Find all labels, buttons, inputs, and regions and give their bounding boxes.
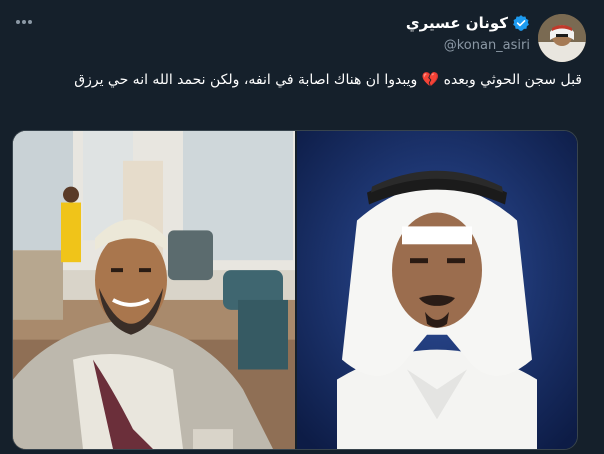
user-handle[interactable]: @konan_asiri xyxy=(444,38,530,53)
more-horizontal-icon xyxy=(16,20,32,24)
photo-before[interactable] xyxy=(13,131,295,449)
author-name-row[interactable]: كونان عسيري xyxy=(406,14,530,32)
display-name[interactable]: كونان عسيري xyxy=(406,14,508,32)
tweet-card[interactable]: كونان عسيري @konan_asiri قبل سجن الحوثي … xyxy=(0,0,604,454)
media-grid xyxy=(12,130,578,450)
verified-badge-icon xyxy=(513,15,529,31)
more-options-button[interactable] xyxy=(12,14,36,30)
photo-after[interactable] xyxy=(297,131,577,449)
tweet-text: قبل سجن الحوثي وبعده 💔 ويبدوا ان هناك اص… xyxy=(74,72,582,88)
avatar[interactable] xyxy=(538,14,586,62)
